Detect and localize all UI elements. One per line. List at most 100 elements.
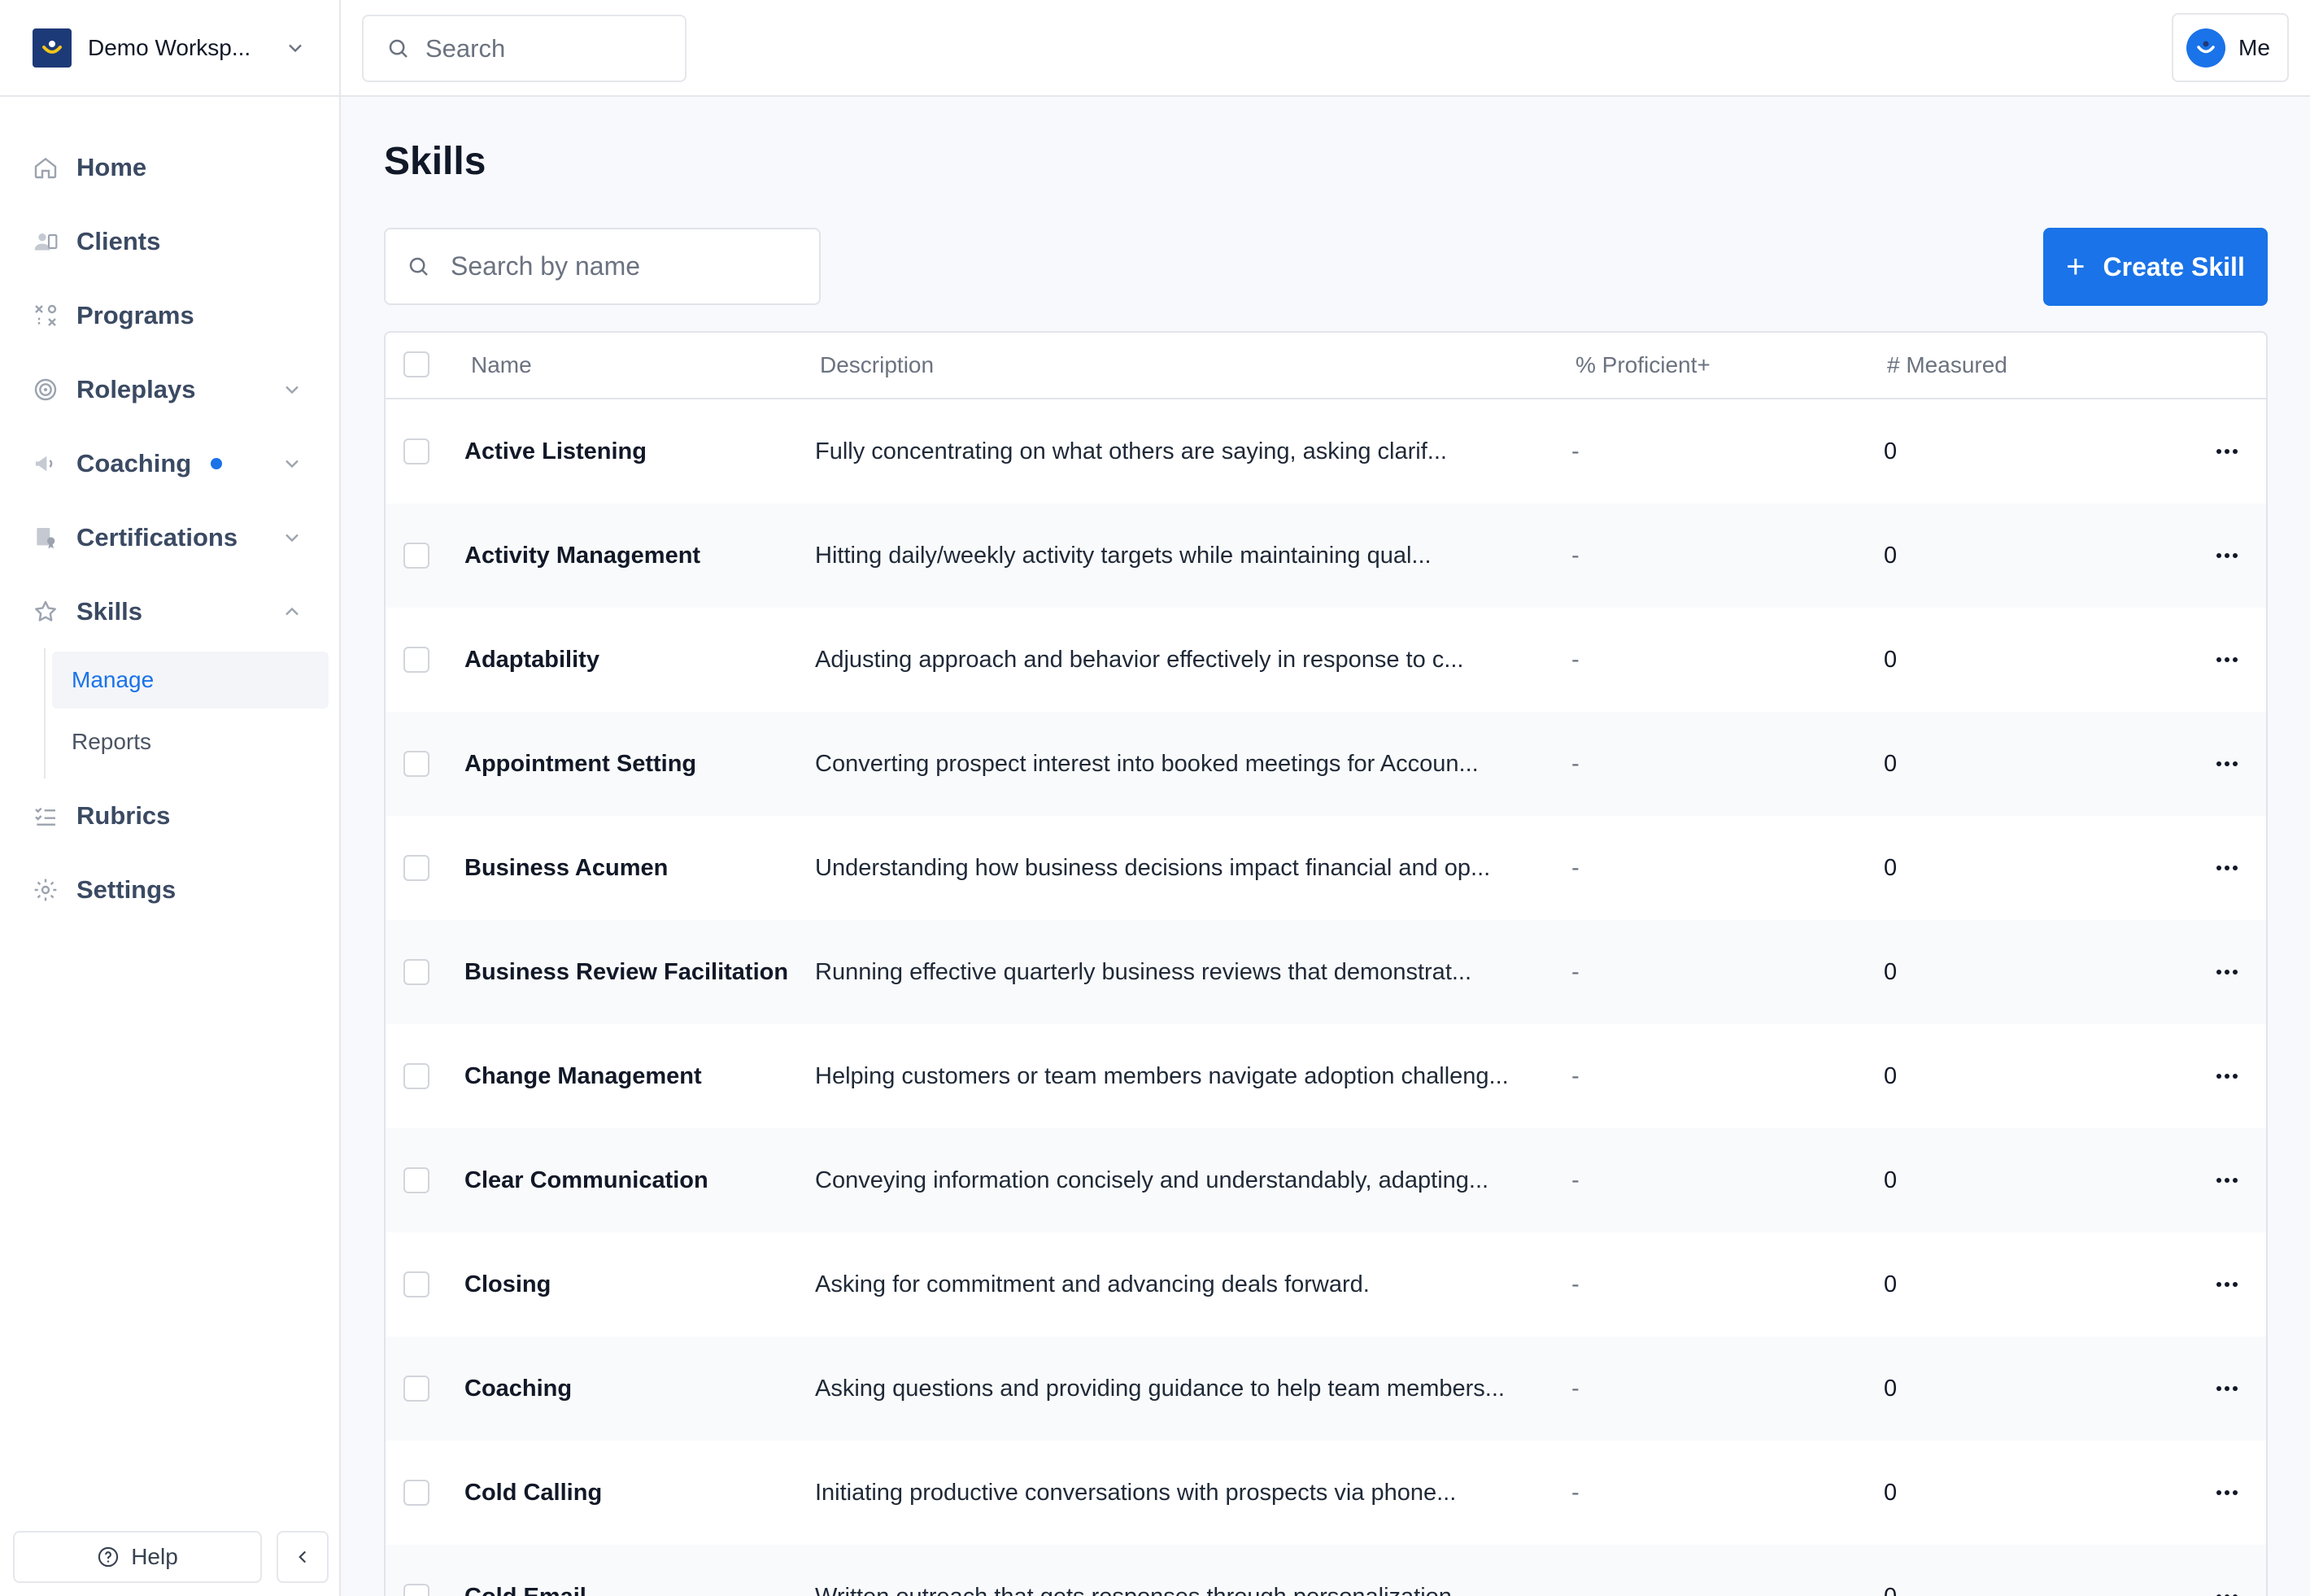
row-actions-button[interactable] [2208,1128,2247,1232]
table-row[interactable]: Coaching Asking questions and providing g… [386,1337,2266,1441]
collapse-sidebar-button[interactable] [277,1531,329,1583]
search-icon [409,257,428,276]
skill-name[interactable]: Clear Communication [464,1128,708,1232]
row-checkbox[interactable] [403,1167,429,1193]
page-title: Skills [384,140,486,183]
table-row[interactable]: Active Listening Fully concentrating on w… [386,399,2266,504]
column-header-measured[interactable]: # Measured [1887,352,2007,378]
column-header-description[interactable]: Description [820,352,934,378]
sidebar-item-label: Roleplays [76,374,196,403]
skill-name[interactable]: Business Review Facilitation [464,920,788,1024]
row-actions-button[interactable] [2208,712,2247,816]
table-row[interactable]: Cold Email Written outreach that gets res… [386,1545,2266,1596]
gear-icon [34,879,57,900]
row-actions-button[interactable] [2208,920,2247,1024]
table-row[interactable]: Change Management Helping customers or te… [386,1024,2266,1128]
table-row[interactable]: Business Acumen Understanding how busines… [386,816,2266,920]
skill-name[interactable]: Appointment Setting [464,712,696,816]
table-row[interactable]: Clear Communication Conveying information… [386,1128,2266,1232]
sidebar-item-skills[interactable]: Skills [0,574,339,648]
skill-name[interactable]: Activity Management [464,504,700,608]
sidebar-item-label: Skills [76,596,142,626]
help-button[interactable]: Help [13,1531,262,1583]
more-horizontal-icon [2216,1490,2238,1495]
skill-name[interactable]: Cold Email [464,1545,586,1596]
skill-description: Written outreach that gets responses thr… [815,1545,1471,1596]
row-checkbox[interactable] [403,959,429,985]
sidebar-item-home[interactable]: Home [0,130,339,204]
sidebar-item-programs[interactable]: Programs [0,278,339,352]
row-checkbox[interactable] [403,543,429,569]
skill-measured-count: 0 [1884,854,1898,881]
row-checkbox[interactable] [403,751,429,777]
skill-name[interactable]: Coaching [464,1337,572,1441]
row-actions-button[interactable] [2208,1545,2247,1596]
sidebar-subitem-reports[interactable]: Reports [52,713,329,770]
table-row[interactable]: Adaptability Adjusting approach and behav… [386,608,2266,712]
avatar [2186,28,2225,68]
skill-proficient-percent: - [1571,646,1580,673]
sidebar-item-coaching[interactable]: Coaching [0,426,339,500]
sidebar-subitem-manage[interactable]: Manage [52,652,329,709]
workspace-switcher[interactable]: Demo Worksp... [0,0,339,97]
user-menu-button[interactable]: Me [2172,13,2289,82]
more-horizontal-icon [2216,1282,2238,1287]
global-search-input[interactable]: Search [362,15,686,82]
sidebar: Demo Worksp... Home Clients Programs Rol… [0,0,341,1596]
table-row[interactable]: Activity Management Hitting daily/weekly … [386,504,2266,608]
skill-measured-count: 0 [1884,1062,1898,1089]
sidebar-item-certifications[interactable]: Certifications [0,500,339,574]
skill-name[interactable]: Active Listening [464,399,647,504]
skills-table: Name Description % Proficient+ # Measure… [384,331,2268,1596]
skill-measured-count: 0 [1884,438,1898,464]
create-skill-button[interactable]: + Create Skill [2043,228,2268,306]
skill-name[interactable]: Business Acumen [464,816,668,920]
column-header-proficient[interactable]: % Proficient+ [1576,352,1711,378]
row-checkbox[interactable] [403,647,429,673]
sidebar-item-roleplays[interactable]: Roleplays [0,352,339,426]
skill-name[interactable]: Adaptability [464,608,599,712]
skill-proficient-percent: - [1571,438,1580,464]
skill-search-input[interactable]: Search by name [384,228,821,305]
column-header-name[interactable]: Name [471,352,532,378]
sidebar-item-label: Rubrics [76,800,171,830]
row-actions-button[interactable] [2208,399,2247,504]
skill-measured-count: 0 [1884,750,1898,777]
row-checkbox[interactable] [403,855,429,881]
table-row[interactable]: Closing Asking for commitment and advanci… [386,1232,2266,1337]
table-row[interactable]: Business Review Facilitation Running effe… [386,920,2266,1024]
row-checkbox[interactable] [403,1271,429,1297]
chevron-down-icon [289,44,302,52]
skill-name[interactable]: Cold Calling [464,1441,602,1545]
row-actions-button[interactable] [2208,1232,2247,1337]
row-checkbox[interactable] [403,438,429,464]
row-checkbox[interactable] [403,1584,429,1596]
skill-name[interactable]: Change Management [464,1024,702,1128]
row-actions-button[interactable] [2208,1441,2247,1545]
row-actions-button[interactable] [2208,608,2247,712]
row-checkbox[interactable] [403,1480,429,1506]
skill-description: Hitting daily/weekly activity targets wh… [815,542,1432,569]
row-actions-button[interactable] [2208,1337,2247,1441]
select-all-checkbox[interactable] [403,351,429,377]
row-checkbox[interactable] [403,1063,429,1089]
sidebar-item-clients[interactable]: Clients [0,204,339,278]
table-row[interactable]: Appointment Setting Converting prospect i… [386,712,2266,816]
skill-description: Converting prospect interest into booked… [815,750,1479,777]
skill-proficient-percent: - [1571,958,1580,985]
table-header: Name Description % Proficient+ # Measure… [386,333,2266,399]
sidebar-item-rubrics[interactable]: Rubrics [0,778,339,853]
workspace-name: Demo Worksp... [88,34,251,60]
skill-proficient-percent: - [1571,1545,1580,1596]
skill-proficient-percent: - [1571,750,1580,777]
table-row[interactable]: Cold Calling Initiating productive conver… [386,1441,2266,1545]
row-checkbox[interactable] [403,1376,429,1402]
row-actions-button[interactable] [2208,816,2247,920]
skill-name[interactable]: Closing [464,1232,551,1337]
skill-measured-count: 0 [1884,542,1898,569]
sidebar-item-settings[interactable]: Settings [0,853,339,927]
programs-icon [35,304,57,326]
row-actions-button[interactable] [2208,504,2247,608]
row-actions-button[interactable] [2208,1024,2247,1128]
app-root: Demo Worksp... Home Clients Programs Rol… [0,0,2310,1596]
